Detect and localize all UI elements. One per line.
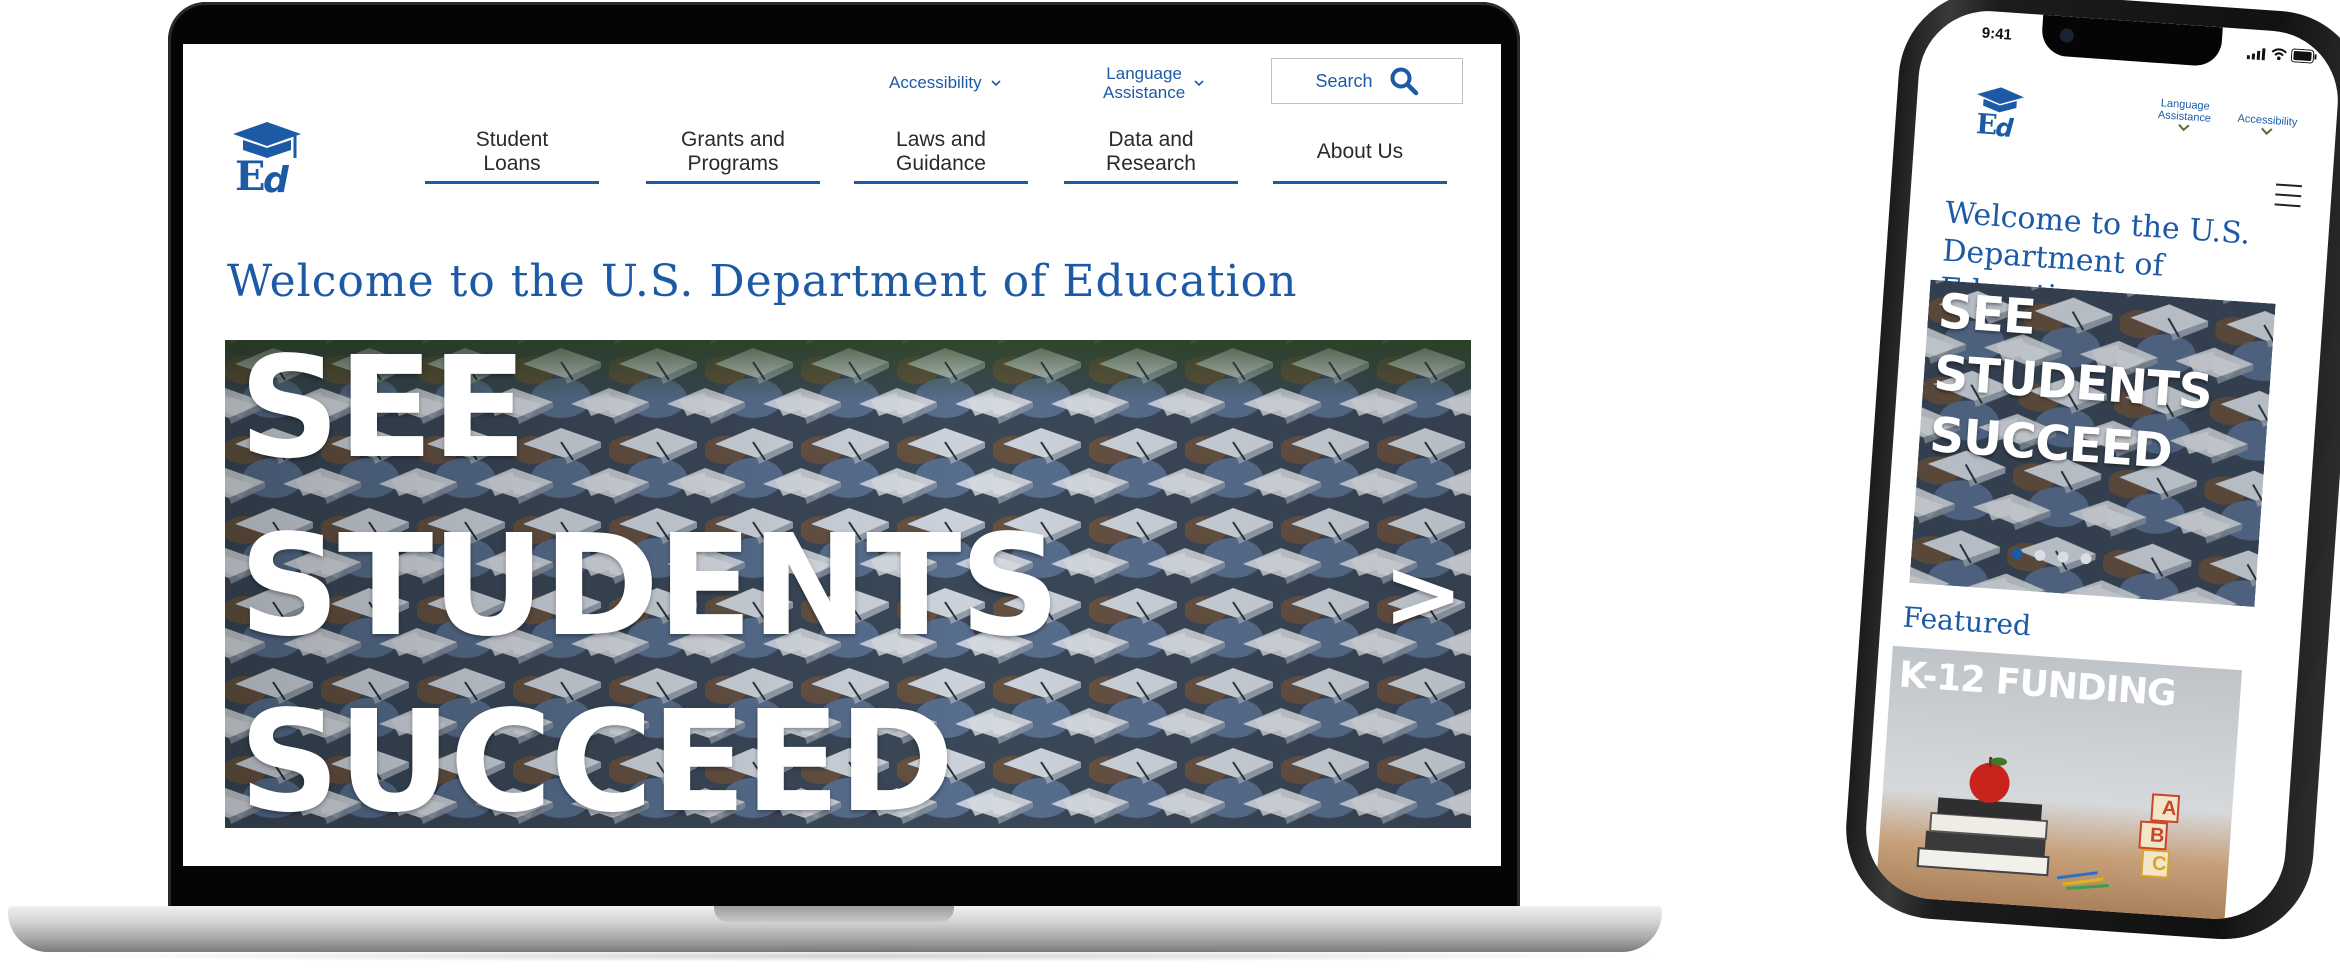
phone-screen: 9:41 E d Language Assistance Accessibili…	[1861, 6, 2340, 924]
hero-next-arrow[interactable]: >	[1383, 544, 1463, 644]
nav-laws-and-guidance[interactable]: Laws and Guidance	[854, 126, 1028, 184]
chevron-down-icon	[2261, 127, 2273, 136]
ed-logo-icon[interactable]: E d	[1973, 82, 2027, 140]
search-label: Search	[1315, 70, 1373, 91]
hero-line-2: STUDENTS	[239, 505, 1060, 668]
status-time: 9:41	[1981, 24, 2013, 44]
language-assistance-label: Language Assistance	[1103, 64, 1186, 102]
svg-text:d: d	[1995, 113, 2016, 140]
featured-card-k12-funding[interactable]: K-12 FUNDING A B C	[1874, 645, 2243, 924]
ed-logo-link[interactable]: E d	[231, 118, 303, 194]
hero-line-3: SUCCEED	[239, 681, 954, 829]
mobile-hero-slide[interactable]: SEE STUDENTS SUCCEED	[1909, 279, 2276, 607]
laptop-hinge-notch	[714, 906, 954, 922]
laptop-screen: E d Accessibility Language Assistance Se…	[183, 44, 1501, 866]
nav-data-and-research[interactable]: Data and Research	[1064, 126, 1238, 184]
block-c: C	[2151, 852, 2168, 876]
featured-heading: Featured	[1901, 600, 2033, 643]
carousel-dot[interactable]	[2080, 552, 2092, 565]
search-icon	[1390, 67, 1418, 96]
nav-student-loans[interactable]: Student Loans	[425, 126, 599, 184]
hamburger-menu-icon[interactable]	[2272, 181, 2304, 209]
chevron-down-icon	[1194, 80, 1204, 87]
hero-carousel-slide[interactable]: SEE STUDENTS SUCCEED >	[225, 340, 1471, 828]
block-b: B	[2149, 824, 2166, 848]
chevron-down-icon	[2178, 123, 2190, 132]
front-camera	[2059, 28, 2075, 43]
svg-text:E: E	[235, 153, 266, 194]
mobile-language-dropdown[interactable]: Language Assistance	[2151, 97, 2217, 138]
mobile-accessibility-dropdown[interactable]: Accessibility	[2231, 112, 2303, 142]
svg-text:d: d	[263, 160, 290, 194]
search-button[interactable]: Search	[1271, 58, 1463, 104]
wifi-icon	[2271, 48, 2287, 61]
language-assistance-dropdown[interactable]: Language Assistance	[1103, 58, 1205, 108]
accessibility-dropdown[interactable]: Accessibility	[889, 68, 1002, 98]
hero-line-1: SEE	[239, 340, 527, 490]
laptop-shadow	[30, 950, 1670, 962]
nav-grants-and-programs[interactable]: Grants and Programs	[646, 126, 820, 184]
page-title: Welcome to the U.S. Department of Educat…	[227, 256, 1298, 307]
battery-icon	[2290, 48, 2317, 64]
carousel-dot[interactable]	[2011, 547, 2023, 560]
apple-books-blocks-illustration	[1916, 756, 2181, 891]
carousel-dot[interactable]	[2057, 551, 2069, 563]
accessibility-label: Accessibility	[889, 73, 982, 92]
block-a: A	[2161, 797, 2178, 821]
signal-icon	[2246, 48, 2266, 61]
nav-about-us[interactable]: About Us	[1273, 126, 1447, 184]
ed-logo-icon: E d	[233, 122, 301, 194]
featured-card-title: K-12 FUNDING	[1897, 654, 2177, 715]
chevron-down-icon	[991, 80, 1001, 87]
carousel-dot[interactable]	[2034, 549, 2046, 562]
mobile-hero-text: SEE STUDENTS SUCCEED	[1927, 283, 2214, 480]
